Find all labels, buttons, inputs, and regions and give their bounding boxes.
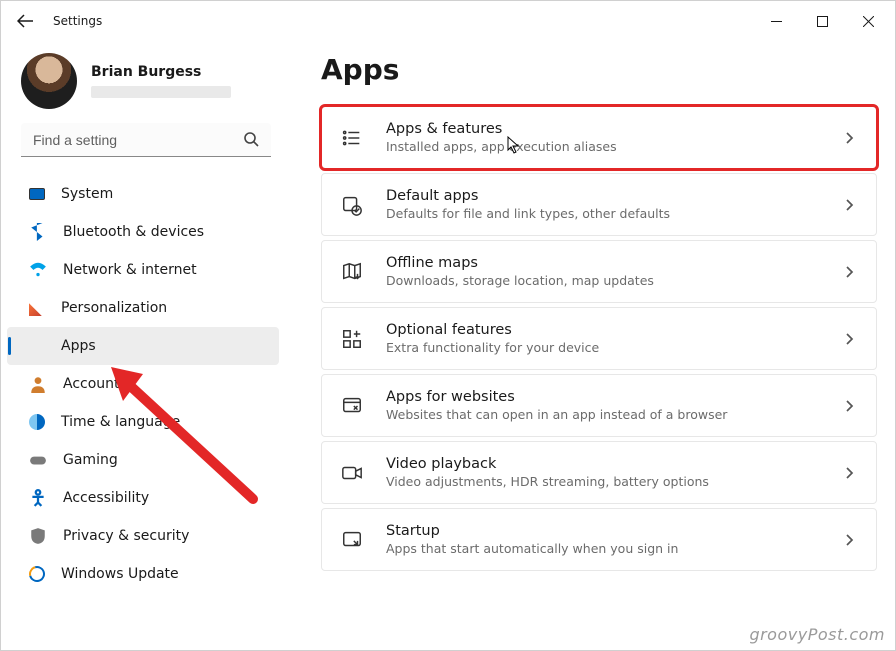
sidebar-item-apps[interactable]: Apps — [7, 327, 279, 365]
card-desc: Websites that can open in an app instead… — [386, 407, 820, 422]
sidebar-item-system[interactable]: System — [7, 175, 279, 213]
card-title: Video playback — [386, 456, 820, 472]
sidebar-item-label: Accounts — [63, 376, 127, 392]
system-icon — [29, 188, 45, 200]
accounts-icon — [29, 375, 47, 393]
chevron-right-icon — [840, 534, 860, 546]
sidebar-item-privacy[interactable]: Privacy & security — [7, 517, 279, 555]
card-desc: Installed apps, app execution aliases — [386, 139, 820, 154]
sidebar-item-gaming[interactable]: Gaming — [7, 441, 279, 479]
back-button[interactable] — [5, 1, 45, 41]
card-title: Apps for websites — [386, 389, 820, 405]
sidebar-item-label: Apps — [61, 338, 96, 354]
sidebar-item-label: System — [61, 186, 113, 202]
close-button[interactable] — [845, 1, 891, 41]
card-offline-maps[interactable]: Offline maps Downloads, storage location… — [321, 240, 877, 303]
sidebar-item-accounts[interactable]: Accounts — [7, 365, 279, 403]
search-box[interactable] — [21, 123, 271, 157]
personalization-icon — [29, 300, 45, 316]
websites-icon — [338, 395, 366, 417]
card-desc: Apps that start automatically when you s… — [386, 541, 820, 556]
video-icon — [338, 462, 366, 484]
settings-cards: Apps & features Installed apps, app exec… — [321, 106, 877, 571]
sidebar-item-label: Windows Update — [61, 566, 179, 582]
minimize-icon — [771, 16, 782, 27]
maximize-button[interactable] — [799, 1, 845, 41]
card-desc: Defaults for file and link types, other … — [386, 206, 820, 221]
sidebar-item-label: Bluetooth & devices — [63, 224, 204, 240]
chevron-right-icon — [840, 400, 860, 412]
card-startup[interactable]: Startup Apps that start automatically wh… — [321, 508, 877, 571]
card-desc: Downloads, storage location, map updates — [386, 273, 820, 288]
map-icon — [338, 261, 366, 283]
card-title: Offline maps — [386, 255, 820, 271]
avatar — [21, 53, 77, 109]
card-apps-features[interactable]: Apps & features Installed apps, app exec… — [321, 106, 877, 169]
gaming-icon — [29, 451, 47, 469]
card-title: Startup — [386, 523, 820, 539]
sidebar: Brian Burgess System Bluetooth & devices… — [1, 41, 291, 651]
card-title: Optional features — [386, 322, 820, 338]
watermark: groovyPost.com — [749, 625, 885, 644]
sidebar-item-label: Accessibility — [63, 490, 149, 506]
card-default-apps[interactable]: Default apps Defaults for file and link … — [321, 173, 877, 236]
chevron-right-icon — [840, 199, 860, 211]
minimize-button[interactable] — [753, 1, 799, 41]
nav-list: System Bluetooth & devices Network & int… — [1, 175, 291, 593]
chevron-right-icon — [840, 467, 860, 479]
optional-icon — [338, 328, 366, 350]
search-input[interactable] — [21, 123, 271, 157]
sidebar-item-bluetooth[interactable]: Bluetooth & devices — [7, 213, 279, 251]
close-icon — [863, 16, 874, 27]
card-desc: Extra functionality for your device — [386, 340, 820, 355]
sidebar-item-time[interactable]: Time & language — [7, 403, 279, 441]
main-panel: Apps Apps & features Installed apps, app… — [291, 41, 895, 651]
card-title: Apps & features — [386, 121, 820, 137]
window-title: Settings — [53, 14, 102, 28]
profile-block[interactable]: Brian Burgess — [1, 47, 291, 121]
card-title: Default apps — [386, 188, 820, 204]
back-arrow-icon — [17, 13, 33, 29]
default-apps-icon — [338, 194, 366, 216]
chevron-right-icon — [840, 333, 860, 345]
wifi-icon — [29, 261, 47, 279]
sidebar-item-label: Privacy & security — [63, 528, 189, 544]
update-icon — [26, 563, 48, 585]
chevron-right-icon — [840, 132, 860, 144]
time-icon — [29, 414, 45, 430]
window-controls — [753, 1, 891, 41]
sidebar-item-label: Network & internet — [63, 262, 197, 278]
apps-icon — [29, 338, 45, 354]
card-video-playback[interactable]: Video playback Video adjustments, HDR st… — [321, 441, 877, 504]
profile-name: Brian Burgess — [91, 64, 231, 80]
accessibility-icon — [29, 489, 47, 507]
sidebar-item-label: Time & language — [61, 414, 180, 430]
list-icon — [338, 127, 366, 149]
privacy-icon — [29, 527, 47, 545]
titlebar: Settings — [1, 1, 895, 41]
sidebar-item-accessibility[interactable]: Accessibility — [7, 479, 279, 517]
bluetooth-icon — [29, 223, 47, 241]
startup-icon — [338, 529, 366, 551]
sidebar-item-network[interactable]: Network & internet — [7, 251, 279, 289]
sidebar-item-update[interactable]: Windows Update — [7, 555, 279, 593]
card-apps-websites[interactable]: Apps for websites Websites that can open… — [321, 374, 877, 437]
card-desc: Video adjustments, HDR streaming, batter… — [386, 474, 820, 489]
sidebar-item-label: Gaming — [63, 452, 118, 468]
profile-email-placeholder — [91, 86, 231, 98]
page-title: Apps — [321, 53, 877, 86]
sidebar-item-personalization[interactable]: Personalization — [7, 289, 279, 327]
search-icon — [243, 131, 261, 149]
maximize-icon — [817, 16, 828, 27]
card-optional-features[interactable]: Optional features Extra functionality fo… — [321, 307, 877, 370]
sidebar-item-label: Personalization — [61, 300, 167, 316]
chevron-right-icon — [840, 266, 860, 278]
